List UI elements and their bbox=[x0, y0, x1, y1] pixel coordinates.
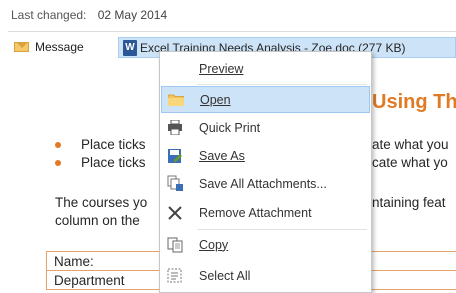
bullet-dot bbox=[55, 142, 61, 148]
select-all-icon bbox=[166, 267, 184, 285]
blank-icon bbox=[166, 60, 184, 78]
save-as-icon bbox=[166, 147, 184, 165]
printer-icon bbox=[166, 119, 184, 137]
menu-item-label: Save As bbox=[199, 148, 245, 163]
word-doc-icon: W bbox=[123, 39, 137, 56]
bullet-tail-1: ate what you bbox=[372, 137, 449, 152]
para-line-2: column on the bbox=[55, 213, 140, 228]
last-changed-label: Last changed: bbox=[11, 8, 87, 22]
menu-item-preview[interactable]: Preview bbox=[161, 55, 370, 82]
bullet-text-1: Place ticks bbox=[81, 137, 146, 152]
menu-item-copy[interactable]: Copy bbox=[161, 231, 370, 258]
menu-item-select-all[interactable]: Select All bbox=[161, 262, 370, 289]
message-tab[interactable]: Message bbox=[14, 40, 84, 54]
menu-item-label: Select All bbox=[199, 268, 251, 283]
last-changed-row: Last changed: 02 May 2014 bbox=[11, 8, 167, 22]
bullet-tail-2: cate what yo bbox=[372, 155, 448, 170]
menu-item-label: Copy bbox=[199, 237, 229, 252]
para-line-1: The courses yo bbox=[55, 195, 148, 210]
menu-item-label: Save All Attachments... bbox=[199, 176, 327, 191]
copy-icon bbox=[166, 236, 184, 254]
menu-item-label: Quick Print bbox=[199, 120, 261, 135]
folder-icon bbox=[167, 91, 185, 109]
list-item: Place ticks bbox=[55, 154, 146, 172]
menu-item-save-all[interactable]: Save All Attachments... bbox=[161, 170, 370, 197]
menu-item-label: Open bbox=[200, 92, 231, 107]
paragraph: The courses yo column on the bbox=[55, 194, 147, 230]
list-item: Place ticks bbox=[55, 136, 146, 154]
menu-item-remove[interactable]: Remove Attachment bbox=[161, 199, 370, 226]
menu-separator bbox=[197, 84, 367, 85]
bullet-dot bbox=[55, 160, 61, 166]
message-tab-label: Message bbox=[35, 40, 84, 54]
save-all-icon bbox=[166, 175, 184, 193]
remove-x-icon bbox=[166, 204, 184, 222]
bullet-tails: ate what you cate what yo bbox=[372, 136, 449, 172]
menu-item-label: Remove Attachment bbox=[199, 205, 312, 220]
bullet-list: Place ticks Place ticks bbox=[55, 136, 146, 172]
last-changed-value: 02 May 2014 bbox=[97, 8, 168, 22]
menu-item-open[interactable]: Open bbox=[161, 86, 370, 113]
menu-item-quick-print[interactable]: Quick Print bbox=[161, 114, 370, 141]
para-tail: ntaining feat bbox=[372, 195, 446, 210]
menu-item-label: Preview bbox=[199, 61, 244, 76]
bullet-text-2: Place ticks bbox=[81, 155, 146, 170]
header-divider bbox=[8, 31, 456, 32]
context-menu: Preview Open Quick Print Save As Save Al… bbox=[159, 51, 372, 293]
document-heading: Using Th bbox=[372, 91, 456, 113]
menu-separator bbox=[197, 229, 367, 230]
envelope-icon bbox=[14, 42, 29, 52]
menu-item-save-as[interactable]: Save As bbox=[161, 142, 370, 169]
